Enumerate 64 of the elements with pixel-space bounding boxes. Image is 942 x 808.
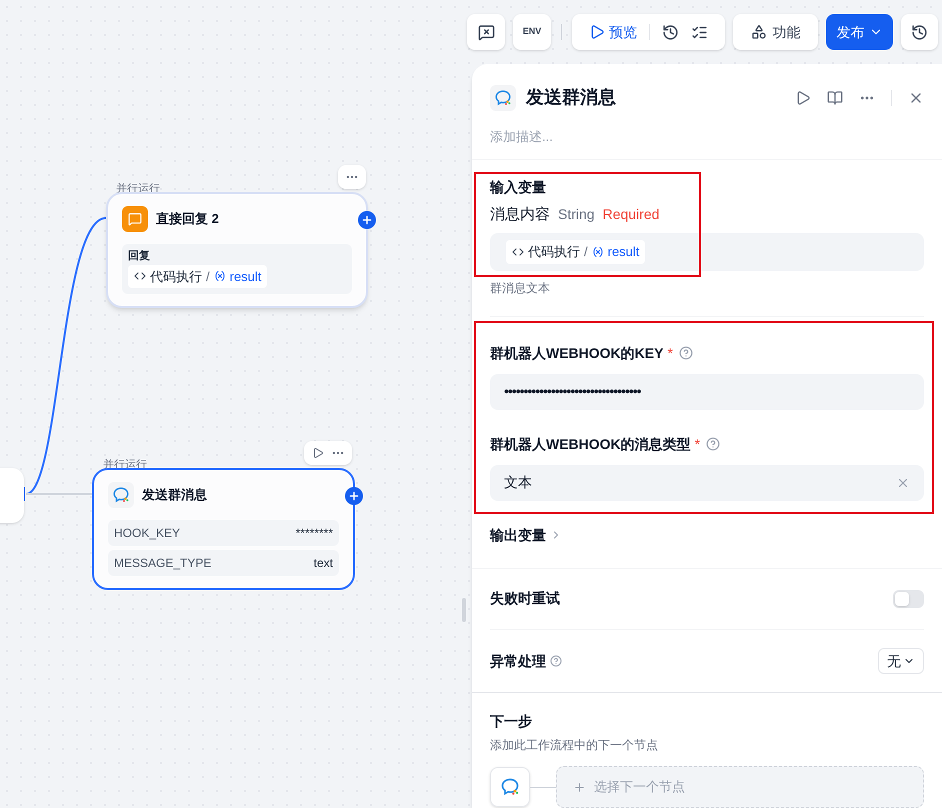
- variable-icon: [214, 270, 226, 282]
- retry-toggle[interactable]: [893, 590, 924, 608]
- variable-type: String: [558, 205, 595, 224]
- run-icon[interactable]: [795, 90, 811, 106]
- variable-icon: [592, 246, 604, 258]
- node-title: 发送群消息: [142, 486, 207, 504]
- node-title: 直接回复 2: [156, 210, 219, 228]
- next-step-description: 添加此工作流程中的下一个节点: [490, 737, 659, 754]
- field-hint: 群消息文本: [490, 280, 550, 297]
- workflow-node[interactable]: 直接回复 2 回复 代码执行 / result: [106, 192, 368, 308]
- publish-button[interactable]: 发布: [826, 14, 893, 50]
- output-section-toggle[interactable]: 输出变量: [490, 524, 562, 546]
- workflow-node[interactable]: 发送群消息 HOOK_KEY ******** MESSAGE_TYPE text: [92, 468, 355, 590]
- retry-label: 失败时重试: [490, 589, 560, 608]
- message-x-icon: [478, 24, 494, 40]
- play-icon: [589, 24, 605, 40]
- chat-bubble-icon: [500, 777, 520, 797]
- description-field[interactable]: 添加描述...: [490, 127, 924, 146]
- run-icon[interactable]: [312, 447, 324, 459]
- content-label: 回复: [128, 249, 151, 264]
- chat-bubble-icon: [112, 486, 130, 504]
- code-icon: [134, 270, 146, 282]
- required-label: Required: [602, 205, 660, 224]
- select-field[interactable]: 文本: [490, 464, 924, 501]
- required-mark: *: [667, 344, 673, 363]
- history-icon: [911, 24, 928, 40]
- book-icon[interactable]: [827, 90, 843, 106]
- param-value: text: [314, 555, 333, 572]
- param-value: ********: [296, 525, 333, 542]
- field-label: 群机器人WEBHOOK的KEY: [490, 344, 664, 363]
- path-separator: /: [206, 268, 210, 286]
- variable-reference-chip: 代码执行 / result: [128, 264, 268, 288]
- field-label: 群机器人WEBHOOK的消息类型: [490, 434, 691, 454]
- preview-button[interactable]: 预览: [589, 22, 637, 42]
- help-icon[interactable]: [678, 346, 693, 360]
- plus-icon: [361, 214, 373, 226]
- panel-resize-handle[interactable]: [462, 598, 466, 622]
- env-button[interactable]: ENV: [513, 14, 551, 50]
- help-icon[interactable]: [550, 655, 562, 667]
- variable-reference-chip: 代码执行 / result: [506, 240, 646, 264]
- error-handling-label: 异常处理: [490, 652, 546, 670]
- param-name: HOOK_KEY: [114, 525, 180, 542]
- code-icon: [512, 246, 524, 258]
- param-name: MESSAGE_TYPE: [114, 555, 212, 572]
- section-title: 输入变量: [490, 178, 547, 198]
- required-mark: *: [694, 434, 700, 454]
- feedback-button[interactable]: [467, 14, 505, 50]
- history-button[interactable]: [901, 14, 938, 50]
- error-handling-select[interactable]: 无: [878, 648, 924, 674]
- next-step-title: 下一步: [490, 712, 533, 731]
- variable-input-field[interactable]: 代码执行 / result: [490, 232, 924, 271]
- reply-node-icon: [122, 206, 148, 232]
- help-icon[interactable]: [706, 437, 720, 452]
- plus-icon: [573, 780, 586, 794]
- plus-icon: [348, 490, 360, 502]
- variable-name: 消息内容: [490, 205, 550, 226]
- add-node-button[interactable]: [358, 211, 376, 229]
- chat-bubble-icon: [494, 88, 512, 106]
- add-node-button[interactable]: [345, 487, 363, 505]
- features-button[interactable]: 功能: [733, 14, 818, 50]
- password-field[interactable]: •••••••••••••••••••••••••••••••••••: [490, 374, 924, 410]
- path-separator: /: [584, 243, 588, 262]
- panel-title: 发送群消息: [526, 86, 616, 109]
- shapes-icon: [750, 24, 766, 40]
